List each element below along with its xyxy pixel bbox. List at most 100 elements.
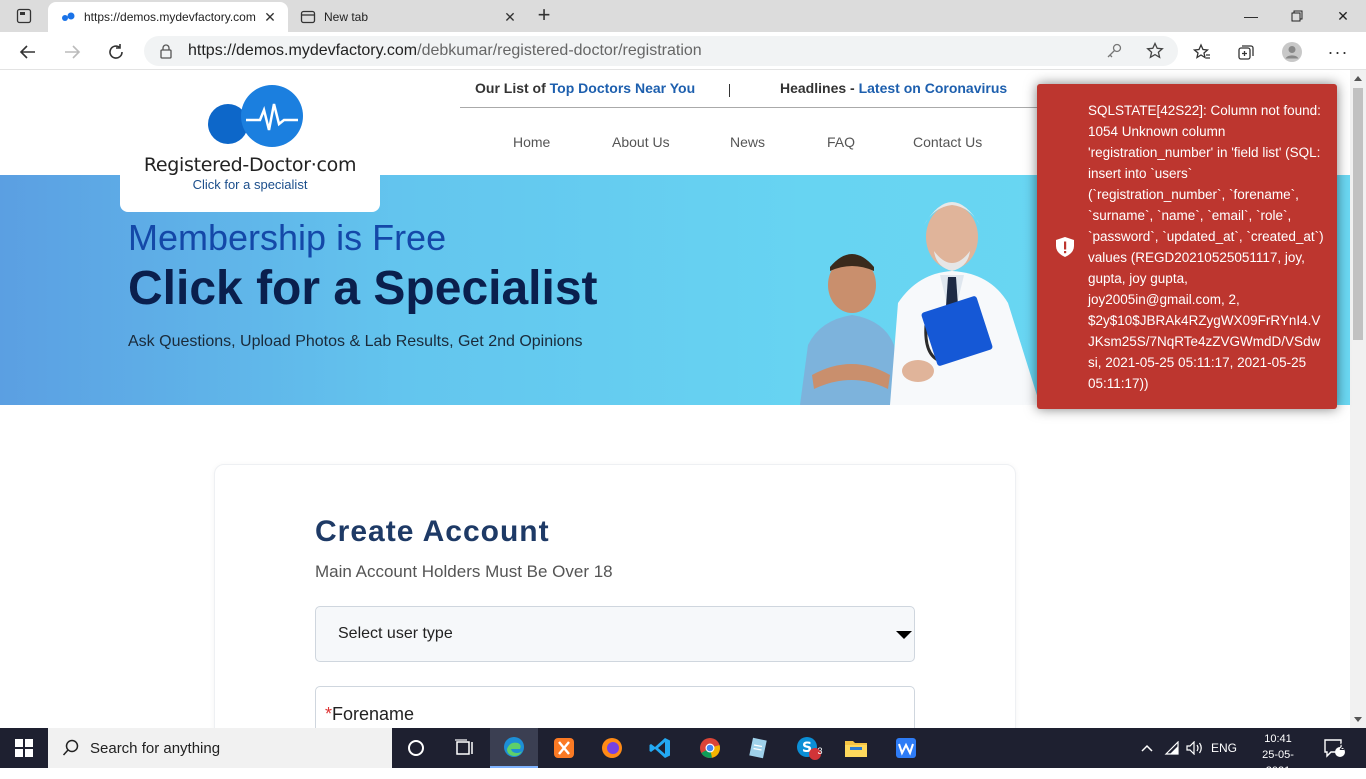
close-tab-icon[interactable]: ✕	[502, 9, 518, 26]
forename-label: *Forename	[325, 704, 414, 725]
doctors-photo	[800, 202, 1040, 405]
restore-button[interactable]	[1274, 0, 1320, 32]
hero-subline: Ask Questions, Upload Photos & Lab Resul…	[128, 333, 583, 350]
profile-button[interactable]	[1278, 38, 1306, 66]
browser-toolbar: https://demos.mydevfactory.com/debkumar/…	[0, 32, 1366, 70]
forward-button[interactable]	[58, 38, 86, 66]
hero-headline: Click for a Specialist	[128, 262, 598, 315]
taskbar-search[interactable]: Search for anything	[48, 728, 392, 768]
taskbar-chrome[interactable]	[686, 728, 734, 768]
tab-title: New tab	[324, 10, 369, 24]
refresh-button[interactable]	[102, 38, 130, 66]
input-language[interactable]: ENG	[1208, 728, 1240, 768]
back-arrow-icon	[19, 45, 35, 59]
profile-avatar-icon	[1282, 42, 1302, 62]
top-doctors-highlight: Top Doctors Near You	[549, 80, 696, 96]
address-bar[interactable]: https://demos.mydevfactory.com/debkumar/…	[144, 36, 1178, 66]
windows-taskbar: Search for anything S 3 ENG 10:41 25-05-…	[0, 728, 1366, 777]
create-account-title: Create Account	[315, 515, 550, 548]
error-toast-message: SQLSTATE[42S22]: Column not found: 1054 …	[1088, 103, 1324, 391]
clock-date: 25-05-2021	[1262, 749, 1294, 777]
task-view-icon	[455, 739, 473, 755]
dropdown-caret-icon	[896, 631, 912, 639]
top-doctors-link[interactable]: Our List of Top Doctors Near You	[475, 80, 695, 96]
nav-divider	[460, 107, 1060, 108]
taskbar-clock[interactable]: 10:41 25-05-2021	[1252, 731, 1304, 779]
windows-logo-icon	[15, 739, 33, 757]
taskbar-xampp[interactable]	[540, 728, 588, 768]
headlines-highlight: Latest on Coronavirus	[858, 80, 1008, 96]
error-toast[interactable]: SQLSTATE[42S22]: Column not found: 1054 …	[1037, 84, 1337, 409]
page-scrollbar[interactable]	[1350, 70, 1366, 728]
folder-icon	[845, 741, 867, 757]
lock-icon[interactable]	[158, 43, 174, 59]
close-window-button[interactable]: ✕	[1320, 0, 1366, 32]
favorites-icon	[1193, 43, 1210, 59]
tab-new-tab[interactable]: New tab ✕	[288, 2, 528, 32]
taskbar-vscode[interactable]	[636, 728, 684, 768]
tab-actions-icon[interactable]	[16, 8, 32, 24]
new-tab-favicon-icon	[300, 9, 316, 25]
firefox-icon	[602, 738, 622, 758]
vscode-icon	[649, 738, 670, 758]
user-type-select[interactable]: Select user type	[315, 606, 915, 662]
headlines-link[interactable]: Headlines - Latest on Coronavirus	[780, 80, 1007, 96]
scrollbar-thumb[interactable]	[1353, 88, 1363, 340]
back-button[interactable]	[14, 38, 42, 66]
new-tab-button[interactable]: +	[532, 4, 556, 28]
nav-about-us[interactable]: About Us	[612, 134, 670, 150]
chevron-up-icon	[1141, 744, 1153, 752]
close-tab-icon[interactable]: ✕	[262, 9, 278, 26]
network-button[interactable]	[1160, 728, 1184, 768]
forename-field[interactable]: *Forename	[315, 686, 915, 728]
logo-heart-pulse-icon	[208, 85, 303, 147]
create-account-card: Create Account Main Account Holders Must…	[214, 464, 1016, 728]
nav-home[interactable]: Home	[513, 134, 550, 150]
tab-title: https://demos.mydevfactory.com	[84, 10, 256, 24]
user-type-select-value: Select user type	[338, 625, 453, 642]
taskbar-firefox[interactable]	[588, 728, 636, 768]
hero-membership-line: Membership is Free	[128, 217, 446, 259]
nav-contact-us[interactable]: Contact Us	[913, 134, 982, 150]
clock-time: 10:41	[1264, 733, 1292, 745]
required-asterisk: *	[325, 704, 333, 724]
top-doctors-prefix: Our List of	[475, 80, 550, 96]
skype-badge-count: 3	[817, 746, 823, 756]
taskbar-file-explorer[interactable]	[832, 728, 880, 768]
shield-alert-icon	[1056, 237, 1074, 257]
nav-faq[interactable]: FAQ	[827, 134, 855, 150]
taskbar-skype[interactable]: S 3	[784, 728, 832, 768]
favorites-button[interactable]	[1188, 38, 1216, 66]
nav-news[interactable]: News	[730, 134, 765, 150]
hero-line1-b: Free	[372, 217, 447, 258]
show-hidden-icons[interactable]	[1136, 728, 1158, 768]
site-logo[interactable]: Registered-Doctor·com Click for a specia…	[120, 70, 380, 212]
taskbar-edge[interactable]	[490, 728, 538, 768]
search-icon	[62, 739, 79, 756]
scroll-down-icon[interactable]	[1354, 717, 1362, 722]
logo-brand-text: Registered-Doctor·com	[143, 154, 357, 176]
cortana-button[interactable]	[392, 728, 440, 768]
tab-registration[interactable]: https://demos.mydevfactory.com ✕	[48, 2, 288, 32]
taskbar-notepad[interactable]	[734, 728, 782, 768]
xampp-icon	[554, 738, 574, 758]
logo-tagline: Click for a specialist	[192, 177, 308, 192]
scroll-up-icon[interactable]	[1354, 76, 1362, 81]
restore-icon	[1291, 10, 1303, 22]
volume-button[interactable]	[1184, 728, 1206, 768]
site-favicon-icon	[60, 9, 76, 25]
settings-more-button[interactable]: ···	[1324, 38, 1352, 66]
headlines-prefix: Headlines -	[780, 80, 859, 96]
refresh-icon	[109, 44, 123, 59]
notifications-button[interactable]: 2	[1318, 728, 1350, 768]
browser-tab-bar: https://demos.mydevfactory.com ✕ New tab…	[0, 0, 1366, 32]
add-favorite-icon[interactable]	[1146, 42, 1164, 60]
start-button[interactable]	[0, 728, 48, 768]
collections-button[interactable]	[1232, 38, 1260, 66]
task-view-button[interactable]	[440, 728, 488, 768]
more-dots-icon: ···	[1327, 41, 1349, 62]
key-icon[interactable]	[1106, 43, 1122, 59]
forward-arrow-icon	[65, 45, 81, 59]
minimize-button[interactable]: —	[1228, 0, 1274, 32]
taskbar-wps[interactable]	[882, 728, 930, 768]
